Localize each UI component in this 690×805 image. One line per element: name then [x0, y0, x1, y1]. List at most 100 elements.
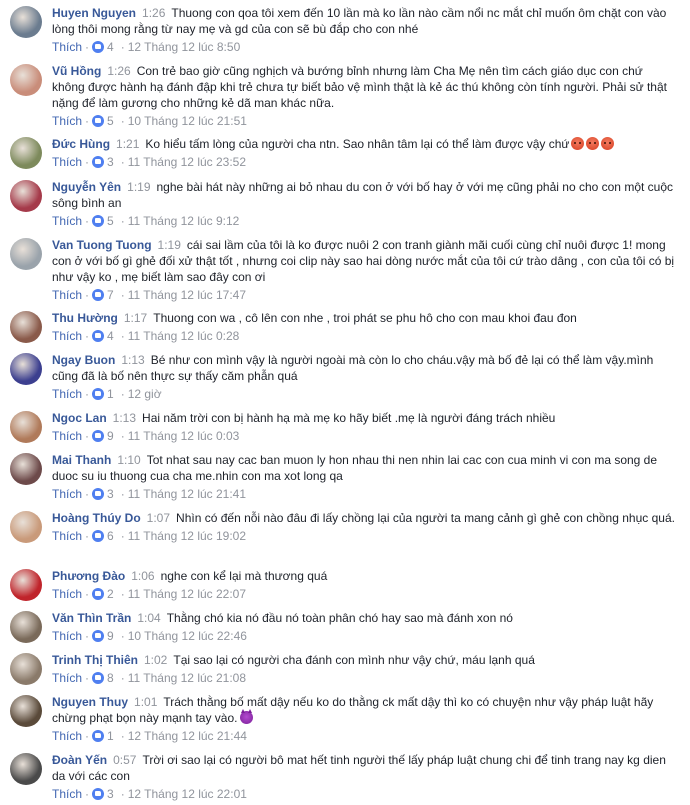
comment-date-link[interactable]: 11 Tháng 12 lúc 9:12: [128, 214, 240, 228]
separator-dot: ·: [120, 387, 125, 401]
avatar[interactable]: [10, 311, 42, 343]
author-name-link[interactable]: Huyen Nguyen: [52, 6, 136, 20]
comment-list: Huyen Nguyen 1:26 Thuong con qoa tôi xem đ…: [0, 0, 690, 805]
author-name-link[interactable]: Đoàn Yến: [52, 753, 107, 767]
like-button[interactable]: Thích: [52, 40, 82, 54]
video-timestamp-link[interactable]: 1:04: [137, 611, 160, 625]
author-name-link[interactable]: Đức Hùng: [52, 137, 110, 151]
video-timestamp-link[interactable]: 1:13: [113, 411, 136, 425]
video-timestamp-link[interactable]: 1:07: [147, 511, 170, 525]
avatar[interactable]: [10, 453, 42, 485]
video-timestamp-link[interactable]: 1:19: [127, 180, 150, 194]
author-name-link[interactable]: Vũ Hồng: [52, 64, 101, 78]
thumbs-up-icon: [92, 488, 105, 500]
like-button[interactable]: Thích: [52, 214, 82, 228]
comment-date-link[interactable]: 10 Tháng 12 lúc 21:51: [128, 114, 247, 128]
like-count[interactable]: 3: [107, 155, 114, 169]
author-name-link[interactable]: Văn Thìn Trần: [52, 611, 131, 625]
comment-actions: Thích · 4 · 11 Tháng 12 lúc 0:28: [52, 328, 678, 344]
comment-date-link[interactable]: 11 Tháng 12 lúc 0:28: [128, 329, 240, 343]
like-count[interactable]: 5: [107, 114, 114, 128]
comment-date-link[interactable]: 10 Tháng 12 lúc 22:46: [128, 629, 247, 643]
comment-date-link[interactable]: 11 Tháng 12 lúc 17:47: [128, 288, 246, 302]
like-button[interactable]: Thích: [52, 787, 82, 801]
like-count[interactable]: 9: [107, 429, 114, 443]
video-timestamp-link[interactable]: 1:10: [117, 453, 140, 467]
author-name-link[interactable]: Thu Hường: [52, 311, 118, 325]
like-count[interactable]: 4: [107, 329, 114, 343]
video-timestamp-link[interactable]: 1:26: [107, 64, 130, 78]
like-count[interactable]: 1: [107, 387, 114, 401]
video-timestamp-link[interactable]: 1:02: [144, 653, 167, 667]
avatar[interactable]: [10, 238, 42, 270]
comment-date-link[interactable]: 12 Tháng 12 lúc 22:01: [128, 787, 247, 801]
like-count[interactable]: 3: [107, 487, 114, 501]
like-count[interactable]: 6: [107, 529, 114, 543]
comment-body: Trinh Thị Thiên 1:02 Tại sao lại có người …: [52, 652, 678, 686]
avatar[interactable]: [10, 353, 42, 385]
like-count[interactable]: 7: [107, 288, 114, 302]
comment-text: Đoàn Yến 0:57 Trời ơi sao lại có người bô …: [52, 752, 678, 784]
like-button[interactable]: Thích: [52, 671, 82, 685]
avatar[interactable]: [10, 569, 42, 601]
like-count[interactable]: 9: [107, 629, 114, 643]
like-button[interactable]: Thích: [52, 629, 82, 643]
video-timestamp-link[interactable]: 1:17: [124, 311, 147, 325]
video-timestamp-link[interactable]: 1:21: [116, 137, 139, 151]
video-timestamp-link[interactable]: 1:13: [121, 353, 144, 367]
author-name-link[interactable]: Ngay Buon: [52, 353, 115, 367]
avatar[interactable]: [10, 137, 42, 169]
avatar[interactable]: [10, 653, 42, 685]
like-button[interactable]: Thích: [52, 329, 82, 343]
avatar[interactable]: [10, 753, 42, 785]
like-button[interactable]: Thích: [52, 387, 82, 401]
like-count[interactable]: 2: [107, 587, 114, 601]
like-count[interactable]: 3: [107, 787, 114, 801]
author-name-link[interactable]: Trinh Thị Thiên: [52, 653, 138, 667]
video-timestamp-link[interactable]: 1:19: [158, 238, 181, 252]
comment-date-link[interactable]: 11 Tháng 12 lúc 21:41: [128, 487, 246, 501]
like-button[interactable]: Thích: [52, 429, 82, 443]
author-name-link[interactable]: Hoàng Thúy Do: [52, 511, 141, 525]
avatar[interactable]: [10, 6, 42, 38]
video-timestamp-link[interactable]: 1:01: [134, 695, 157, 709]
comment-message: Con trẻ bao giờ cũng nghịch và bướng bỉn…: [52, 64, 667, 110]
like-count[interactable]: 4: [107, 40, 114, 54]
like-button[interactable]: Thích: [52, 288, 82, 302]
video-timestamp-link[interactable]: 0:57: [113, 753, 136, 767]
comment-date-link[interactable]: 11 Tháng 12 lúc 0:03: [128, 429, 240, 443]
author-name-link[interactable]: Nguyễn Yên: [52, 180, 121, 194]
like-count[interactable]: 8: [107, 671, 114, 685]
like-button[interactable]: Thích: [52, 529, 82, 543]
comment-date-link[interactable]: 11 Tháng 12 lúc 23:52: [128, 155, 246, 169]
like-count[interactable]: 5: [107, 214, 114, 228]
comment-date-link[interactable]: 12 Tháng 12 lúc 21:44: [128, 729, 247, 743]
like-button[interactable]: Thích: [52, 114, 82, 128]
like-button[interactable]: Thích: [52, 729, 82, 743]
comment-date-link[interactable]: 11 Tháng 12 lúc 19:02: [128, 529, 246, 543]
author-name-link[interactable]: Ngoc Lan: [52, 411, 107, 425]
comment-date-link[interactable]: 12 Tháng 12 lúc 8:50: [128, 40, 241, 54]
author-name-link[interactable]: Nguyen Thuy: [52, 695, 128, 709]
separator-dot: ·: [120, 114, 125, 128]
comment-date-link[interactable]: 12 giờ: [128, 387, 162, 401]
avatar[interactable]: [10, 611, 42, 643]
avatar[interactable]: [10, 511, 42, 543]
comment-date-link[interactable]: 11 Tháng 12 lúc 21:08: [128, 671, 246, 685]
like-button[interactable]: Thích: [52, 587, 82, 601]
separator-dot: ·: [120, 787, 125, 801]
avatar[interactable]: [10, 411, 42, 443]
avatar[interactable]: [10, 180, 42, 212]
comment-date-link[interactable]: 11 Tháng 12 lúc 22:07: [128, 587, 246, 601]
author-name-link[interactable]: Van Tuong Tuong: [52, 238, 152, 252]
like-count[interactable]: 1: [107, 729, 114, 743]
author-name-link[interactable]: Phương Đào: [52, 569, 125, 583]
video-timestamp-link[interactable]: 1:06: [131, 569, 154, 583]
avatar[interactable]: [10, 695, 42, 727]
like-button[interactable]: Thích: [52, 487, 82, 501]
like-button[interactable]: Thích: [52, 155, 82, 169]
video-timestamp-link[interactable]: 1:26: [142, 6, 165, 20]
author-name-link[interactable]: Mai Thanh: [52, 453, 111, 467]
thumbs-up-icon: [92, 41, 105, 53]
avatar[interactable]: [10, 64, 42, 96]
